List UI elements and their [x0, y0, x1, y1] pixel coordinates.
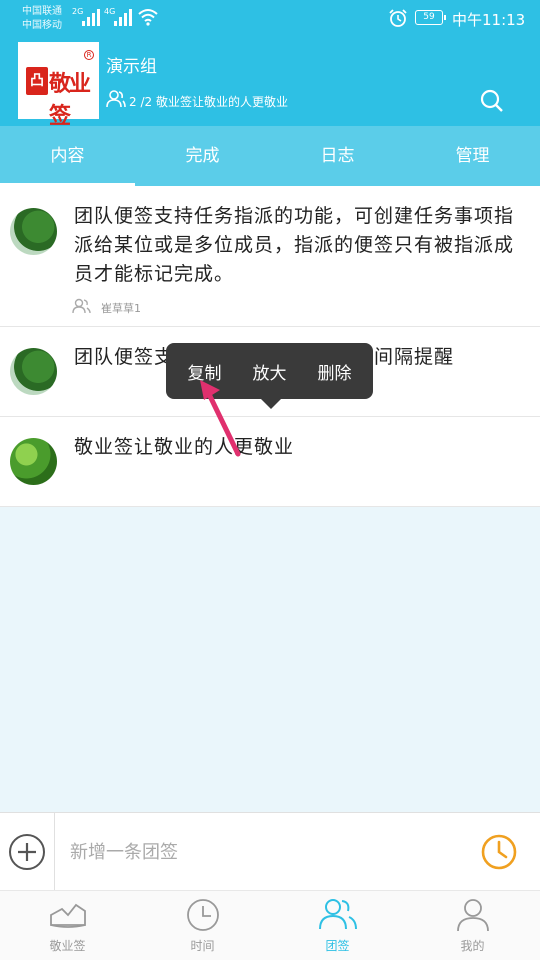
avatar[interactable]: [10, 208, 57, 255]
clock-time: 中午11:13: [452, 11, 526, 29]
nav-label: 敬业签: [49, 939, 86, 953]
clock-icon: [186, 899, 219, 931]
nav-item-team[interactable]: 团签: [270, 891, 405, 960]
group-info: 2 /2 敬业签让敬业的人更敬业: [129, 95, 288, 109]
signal-icon: [114, 8, 132, 26]
list-item[interactable]: 团队便签支持任务指派的功能，可创建任务事项指派给某位或是多位成员，指派的便签只有…: [0, 186, 540, 327]
assignee-icon: [72, 298, 91, 314]
logo-text: 敬业签: [49, 71, 91, 129]
divider: [54, 813, 55, 891]
battery-indicator: 59: [415, 10, 446, 25]
status-bar: 中国联通 中国移动 2G 4G 59 中午11:13: [0, 0, 540, 38]
tab-completed[interactable]: 完成: [135, 126, 270, 186]
members-icon: [106, 90, 126, 108]
zoom-button[interactable]: 放大: [253, 359, 287, 384]
nav-item-time[interactable]: 时间: [135, 891, 270, 960]
nav-item-profile[interactable]: 我的: [405, 891, 540, 960]
carrier-2: 中国移动: [22, 20, 62, 31]
search-icon[interactable]: [480, 89, 504, 113]
note-text: 敬业签让敬业的人更敬业: [74, 436, 295, 458]
team-icon: [318, 899, 357, 930]
carrier-1: 中国联通: [22, 6, 62, 17]
assignee-name: 崔草草1: [101, 302, 141, 315]
nav-item-notes[interactable]: 敬业签: [0, 891, 135, 960]
add-icon[interactable]: [8, 833, 46, 871]
profile-icon: [456, 899, 489, 932]
nav-label: 时间: [190, 939, 215, 953]
carrier-labels: 中国联通 中国移动: [22, 5, 62, 33]
list-item[interactable]: 敬业签让敬业的人更敬业: [0, 417, 540, 507]
compose-bar: [0, 812, 540, 891]
new-note-input[interactable]: [70, 837, 450, 867]
reminder-clock-icon[interactable]: [480, 833, 518, 871]
note-icon: [49, 903, 86, 928]
delete-button[interactable]: 删除: [318, 359, 352, 384]
registered-mark-icon: R: [84, 50, 94, 60]
group-name: 演示组: [106, 57, 157, 77]
wifi-icon: [138, 9, 158, 26]
alarm-icon: [389, 9, 407, 27]
nav-label: 团签: [325, 939, 350, 953]
tab-content[interactable]: 内容: [0, 126, 135, 186]
note-text: 团队便签支持任务指派的功能，可创建任务事项指派给某位或是多位成员，指派的便签只有…: [74, 205, 515, 285]
group-logo[interactable]: 凸 敬业签 R: [18, 42, 99, 129]
signal-icon: [82, 8, 100, 26]
tab-log[interactable]: 日志: [270, 126, 405, 186]
bottom-nav: 敬业签 时间 团签 我的: [0, 890, 540, 960]
tab-manage[interactable]: 管理: [405, 126, 540, 186]
nav-label: 我的: [460, 939, 485, 953]
tab-bar: 内容 完成 日志 管理: [0, 126, 540, 186]
logo-mark-icon: 凸: [26, 67, 48, 95]
pointer-arrow-icon: [200, 380, 241, 457]
avatar[interactable]: [10, 348, 57, 395]
avatar[interactable]: [10, 438, 57, 485]
header-bar: 中国联通 中国移动 2G 4G 59 中午11:13 凸 敬业签 R 演示组 2…: [0, 0, 540, 129]
